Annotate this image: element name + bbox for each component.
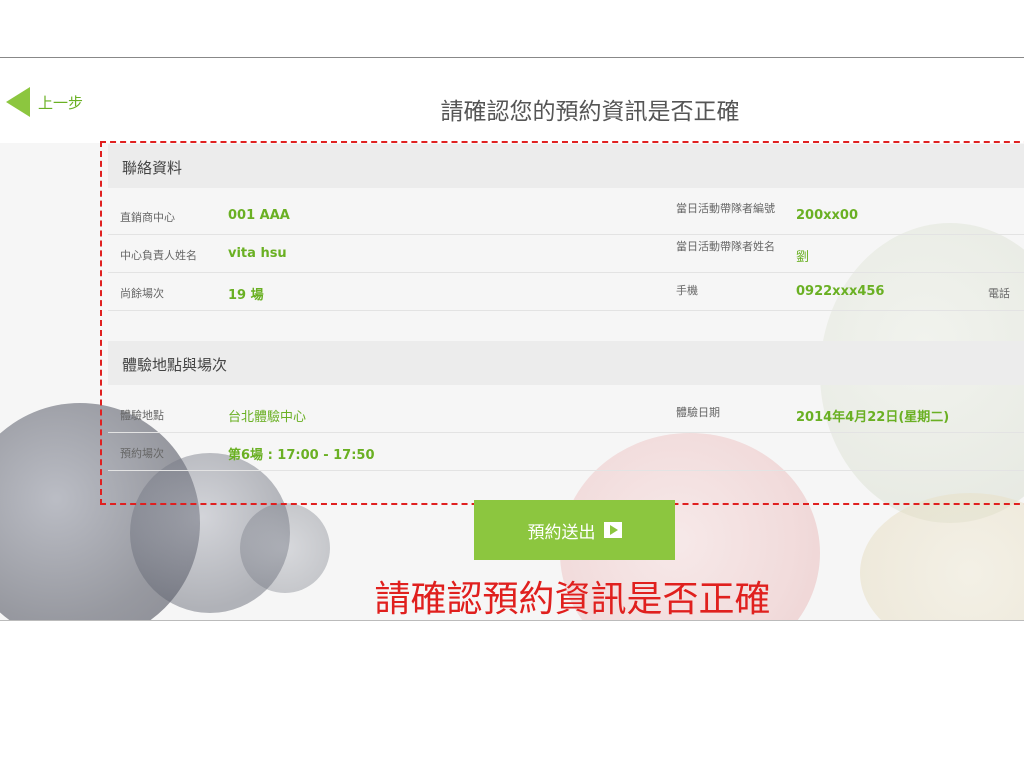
bottom-divider [0, 620, 1024, 621]
annotation-highlight-box [100, 141, 1024, 505]
submit-label: 預約送出 [527, 522, 596, 543]
submit-reservation-button[interactable]: 預約送出 [474, 500, 675, 560]
page-title: 請確認您的預約資訊是否正確 [440, 99, 740, 125]
play-icon [603, 522, 622, 538]
annotation-caption: 請確認預約資訊是否正確 [374, 579, 771, 620]
top-divider [0, 57, 1024, 58]
